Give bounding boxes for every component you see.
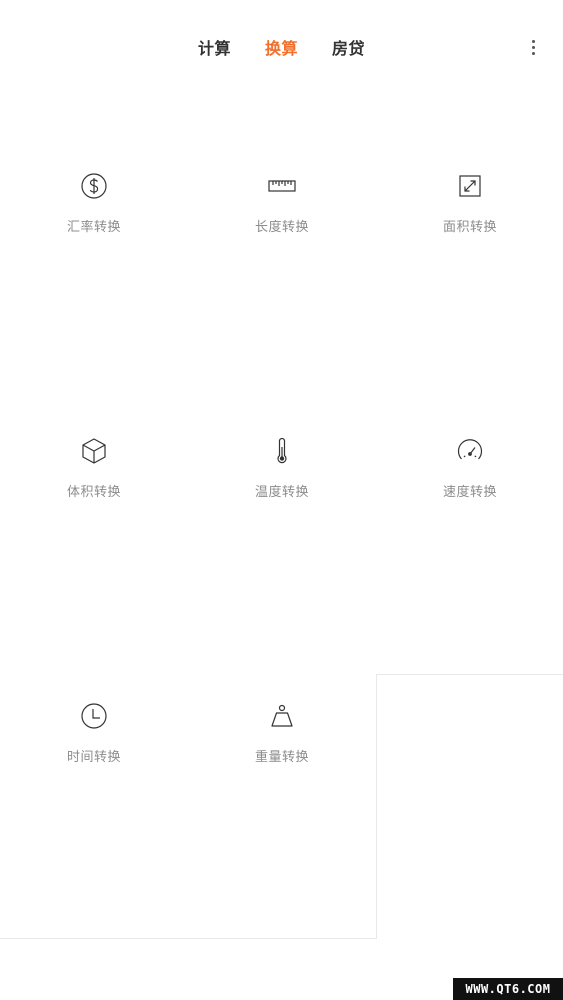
tab-calculate[interactable]: 计算 <box>198 35 231 59</box>
clock-icon <box>81 703 107 729</box>
currency-converter-button[interactable]: 汇率转换 <box>0 72 188 337</box>
tab-mortgage[interactable]: 房贷 <box>332 35 365 59</box>
temperature-converter-label: 温度转换 <box>254 485 309 500</box>
watermark-badge: WWW.QT6.COM <box>453 978 563 1000</box>
tab-bar: 计算 换算 房贷 <box>0 30 563 64</box>
grid-divider <box>376 674 563 675</box>
speed-converter-label: 速度转换 <box>442 485 497 500</box>
volume-converter-button[interactable]: 体积转换 <box>0 337 188 602</box>
thermometer-icon <box>277 437 287 464</box>
speed-converter-button[interactable]: 速度转换 <box>376 337 563 602</box>
dollar-icon <box>81 173 107 199</box>
weight-icon <box>271 704 293 727</box>
currency-converter-label: 汇率转换 <box>66 220 121 235</box>
temperature-converter-button[interactable]: 温度转换 <box>188 337 376 602</box>
weight-converter-button[interactable]: 重量转换 <box>188 602 376 867</box>
grid-divider <box>376 674 377 939</box>
area-converter-button[interactable]: 面积转换 <box>376 72 563 337</box>
expand-square-icon <box>459 175 481 197</box>
area-converter-label: 面积转换 <box>442 220 497 235</box>
length-converter-label: 长度转换 <box>254 220 309 235</box>
ruler-icon <box>268 180 296 192</box>
converter-grid: 汇率转换 长度转换 面积转换 体积转换 温度转换 速度转换 时间转换 重量转换 <box>0 72 563 939</box>
grid-divider <box>0 938 377 939</box>
weight-converter-label: 重量转换 <box>254 750 309 765</box>
tab-convert[interactable]: 换算 <box>265 35 298 59</box>
more-vertical-icon[interactable] <box>523 36 543 58</box>
length-converter-button[interactable]: 长度转换 <box>188 72 376 337</box>
time-converter-label: 时间转换 <box>66 750 121 765</box>
speedometer-icon <box>457 439 483 460</box>
cube-icon <box>82 438 106 464</box>
volume-converter-label: 体积转换 <box>66 485 121 500</box>
time-converter-button[interactable]: 时间转换 <box>0 602 188 867</box>
